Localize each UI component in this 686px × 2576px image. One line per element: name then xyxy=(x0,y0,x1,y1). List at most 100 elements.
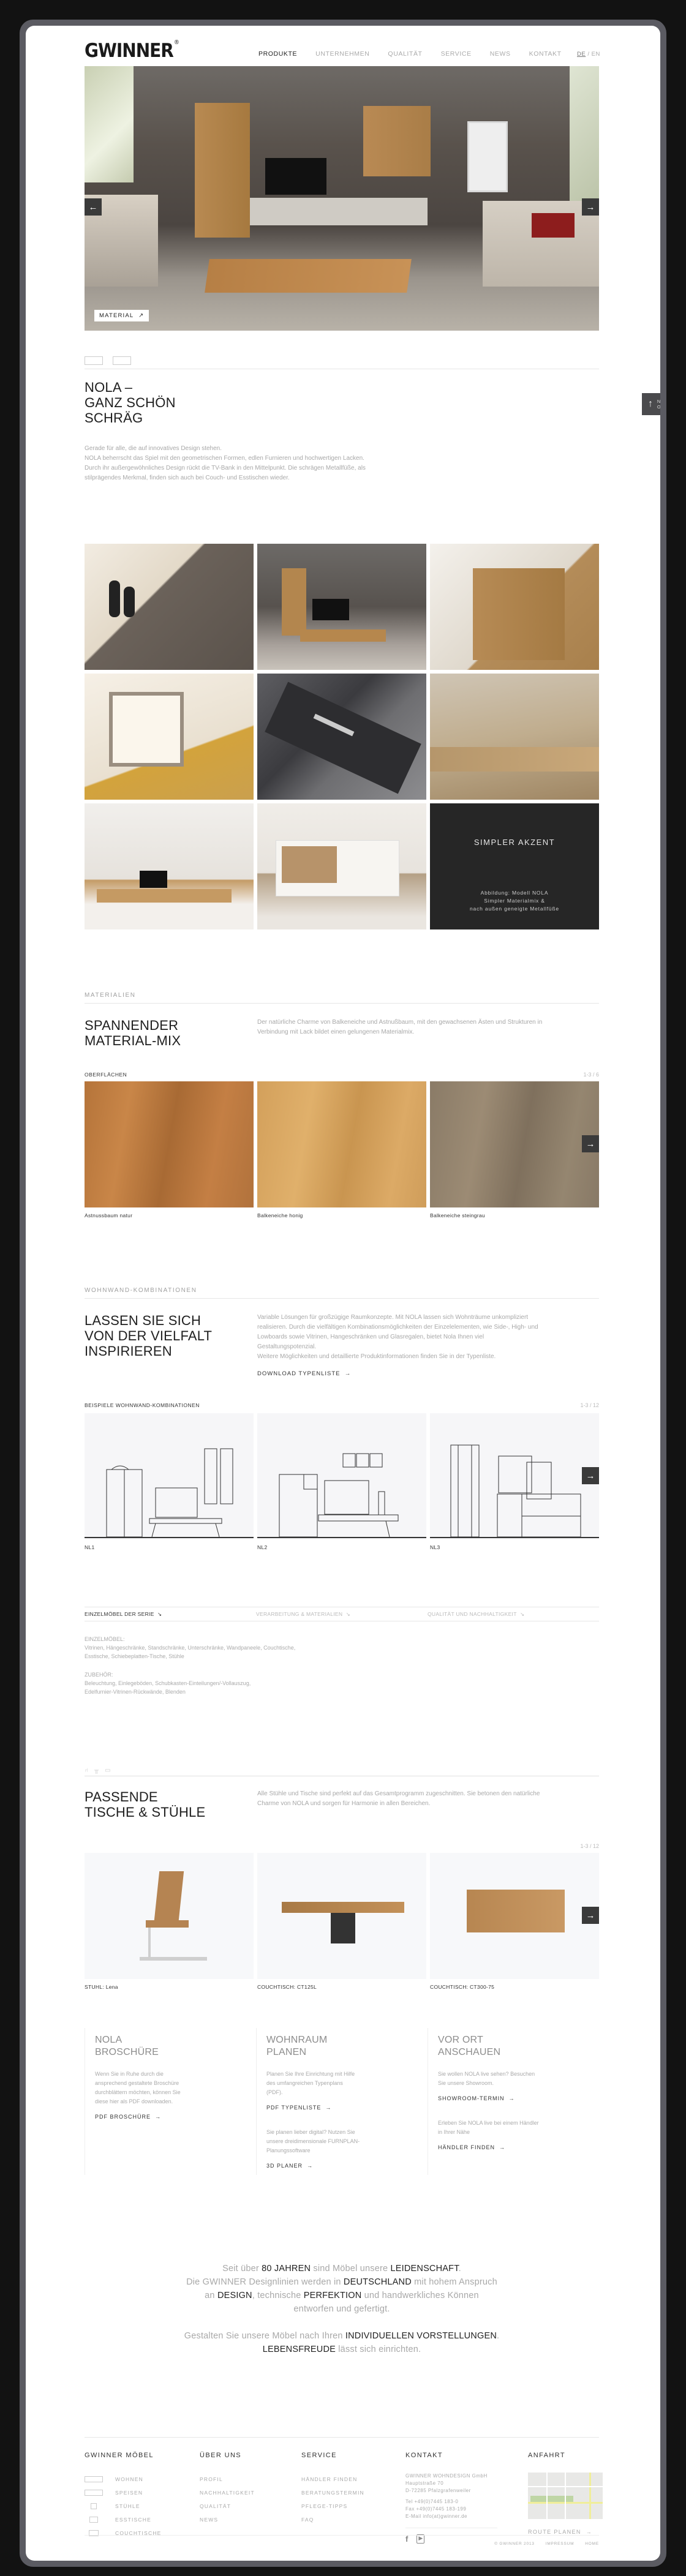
footer-link-wohnen[interactable]: WOHNEN xyxy=(85,2473,162,2486)
gallery-image-highboard[interactable] xyxy=(430,544,599,670)
material-tile[interactable]: Balkeneiche honig xyxy=(257,1081,426,1219)
material-tile[interactable]: Balkeneiche steingrau xyxy=(430,1081,599,1219)
hero-slider: ← → MATERIAL ↗ xyxy=(85,66,599,331)
gallery-image-living-room[interactable] xyxy=(257,544,426,670)
claim-paragraph-2: Gestalten Sie unsere Möbel nach Ihren IN… xyxy=(85,2329,599,2356)
arrow-down-right-icon: ↘ xyxy=(157,1610,162,1617)
gallery-image-shelf[interactable] xyxy=(85,544,254,670)
download-typenliste-link[interactable]: DOWNLOAD TYPENLISTE → xyxy=(257,1370,539,1377)
claim-text: Die GWINNER Designlinien werden in xyxy=(186,2277,344,2287)
line-drawing xyxy=(85,1448,254,1538)
gallery-image-sideboard[interactable] xyxy=(257,803,426,929)
gallery-image-drawer[interactable] xyxy=(257,674,426,800)
3d-planer-link[interactable]: 3D PLANER → xyxy=(266,2163,428,2169)
combo-tile[interactable]: NL1 xyxy=(85,1413,254,1550)
product-tile[interactable]: STUHL: Lena xyxy=(85,1853,254,1990)
claim-highlight: DESIGN xyxy=(217,2291,252,2300)
footer-link-stuehle[interactable]: STÜHLE xyxy=(85,2499,162,2513)
furniture-type-icons: ⑁ ╥ ▭ xyxy=(85,1767,111,1774)
hero-image-wall-cabinet xyxy=(363,106,431,176)
footer-link-news[interactable]: NEWS xyxy=(200,2513,255,2526)
hero-image-pillow xyxy=(532,213,575,238)
language-switch: DE / EN xyxy=(577,51,600,58)
home-link[interactable]: HOME xyxy=(585,2542,599,2546)
combo-drawing-nl2 xyxy=(257,1413,426,1539)
arrow-down-right-icon: ↘ xyxy=(520,1610,525,1617)
impressum-link[interactable]: IMPRESSUM xyxy=(546,2542,575,2546)
material-tag-button[interactable]: MATERIAL ↗ xyxy=(94,310,149,321)
company-address: GWINNER WOHNDESIGN GmbH Hauptstraße 70 D-7… xyxy=(405,2473,488,2493)
gallery-image-wood-detail[interactable] xyxy=(430,674,599,800)
pdf-typenliste-link[interactable]: PDF TYPENLISTE → xyxy=(266,2105,428,2111)
gallery-image-wall-unit[interactable] xyxy=(85,803,254,929)
materials-section-label: MATERIALIEN xyxy=(85,992,136,999)
email-link[interactable]: E-Mail info(at)gwinner.de xyxy=(405,2513,497,2520)
footer-link-speisen[interactable]: SPEISEN xyxy=(85,2486,162,2499)
showroom-termin-link[interactable]: SHOWROOM-TERMIN → xyxy=(438,2095,599,2101)
claim-highlight: PERFEKTION xyxy=(303,2291,362,2300)
lang-de[interactable]: DE xyxy=(577,51,586,58)
materials-next-button[interactable]: → xyxy=(582,1135,599,1152)
combo-tile[interactable]: NL3 xyxy=(430,1413,599,1550)
footer-link-faq[interactable]: FAQ xyxy=(301,2513,364,2526)
arrow-right-icon: → xyxy=(155,2114,162,2120)
gallery-image-cabinet-light[interactable] xyxy=(85,674,254,800)
intro-section: NOLA – GANZ SCHÖN SCHRÄG Gerade für alle, … xyxy=(85,380,599,483)
facebook-icon[interactable]: f xyxy=(405,2534,408,2544)
wohnwand-icon[interactable] xyxy=(85,356,103,365)
coffee-table-icon[interactable]: ▭ xyxy=(105,1767,110,1774)
location-map[interactable] xyxy=(528,2473,603,2519)
dining-table-icon xyxy=(89,2517,98,2523)
product-tile[interactable]: COUCHTISCH: CT300-75 xyxy=(430,1853,599,1990)
back-to-top-button[interactable]: ↑ NACHOBEN xyxy=(642,393,660,415)
hero-prev-button[interactable]: ← xyxy=(85,198,102,216)
footer-col-kontakt: KONTAKT GWINNER WOHNDESIGN GmbH Hauptstra… xyxy=(405,2452,497,2544)
divider xyxy=(85,1003,599,1004)
footer-col-anfahrt: ANFAHRT ROUTE PLANEN → xyxy=(528,2452,603,2535)
footer-link-couchtische[interactable]: COUCHTISCHE xyxy=(85,2526,162,2540)
hero-image-window xyxy=(85,66,134,182)
arrow-down-right-icon: ↘ xyxy=(345,1610,351,1617)
nav-service[interactable]: SERVICE xyxy=(441,50,472,58)
claim-highlight: 80 JAHREN xyxy=(262,2264,311,2274)
image-gallery: SIMPLER AKZENT Abbildung: Modell NOLA Sim… xyxy=(85,544,599,929)
footer-link-beratungstermin[interactable]: BERATUNGSTERMIN xyxy=(301,2486,364,2499)
tables-next-button[interactable]: → xyxy=(582,1907,599,1924)
material-tile[interactable]: Astnussbaum natur xyxy=(85,1081,254,1219)
chair-icon[interactable]: ⑁ xyxy=(85,1767,88,1774)
tables-slider: STUHL: Lena COUCHTISCH: CT125L COUCHTISC… xyxy=(85,1853,599,1990)
hero-next-button[interactable]: → xyxy=(582,198,599,216)
combo-tile[interactable]: NL2 xyxy=(257,1413,426,1550)
tab-einzelmoebel[interactable]: EINZELMÖBEL DER SERIE ↘ xyxy=(85,1611,256,1618)
nav-produkte[interactable]: PRODUKTE xyxy=(258,50,297,58)
footer-link-pflege[interactable]: PFLEGE-TIPPS xyxy=(301,2499,364,2513)
nav-kontakt[interactable]: KONTAKT xyxy=(529,50,562,58)
cta-wohnraum-planen: WOHNRAUM PLANEN Planen Sie Ihre Einrichtu… xyxy=(256,2028,428,2175)
cta-broschuere: NOLA BROSCHÜRE Wenn Sie in Ruhe durch die… xyxy=(85,2028,256,2175)
gallery-feature-tile: SIMPLER AKZENT Abbildung: Modell NOLA Sim… xyxy=(430,803,599,929)
material-swatch-astnussbaum xyxy=(85,1081,254,1207)
lang-en[interactable]: EN xyxy=(592,51,600,58)
footer-col-ueber-uns: ÜBER UNS PROFIL NACHHALTIGKEIT QUALITÄT … xyxy=(200,2452,255,2526)
nav-unternehmen[interactable]: UNTERNEHMEN xyxy=(315,50,369,58)
footer-link-qualitaet[interactable]: QUALITÄT xyxy=(200,2499,255,2513)
tab-qualitaet[interactable]: QUALITÄT UND NACHHALTIGKEIT ↘ xyxy=(428,1611,599,1618)
gwinner-logo[interactable]: GWINNER® xyxy=(85,39,179,61)
dining-table-icon[interactable]: ╥ xyxy=(94,1767,99,1774)
sideboard-icon[interactable] xyxy=(113,356,131,365)
arrow-right-icon: → xyxy=(325,2105,332,2111)
route-planen-link[interactable]: ROUTE PLANEN → xyxy=(528,2529,603,2535)
nav-news[interactable]: NEWS xyxy=(490,50,511,58)
footer-link-nachhaltigkeit[interactable]: NACHHALTIGKEIT xyxy=(200,2486,255,2499)
nav-qualitaet[interactable]: QUALITÄT xyxy=(388,50,422,58)
footer-link-haendler[interactable]: HÄNDLER FINDEN xyxy=(301,2473,364,2486)
pdf-broschuere-link[interactable]: PDF BROSCHÜRE → xyxy=(95,2114,256,2120)
footer-link-esstische[interactable]: ESSTISCHE xyxy=(85,2513,162,2526)
youtube-icon[interactable]: ▶ xyxy=(417,2534,425,2544)
combos-next-button[interactable]: → xyxy=(582,1467,599,1484)
footer-link-profil[interactable]: PROFIL xyxy=(200,2473,255,2486)
tab-verarbeitung[interactable]: VERARBEITUNG & MATERIALIEN ↘ xyxy=(256,1611,428,1618)
line-drawing xyxy=(257,1453,426,1538)
product-tile[interactable]: COUCHTISCH: CT125L xyxy=(257,1853,426,1990)
haendler-finden-link[interactable]: HÄNDLER FINDEN → xyxy=(438,2144,599,2150)
